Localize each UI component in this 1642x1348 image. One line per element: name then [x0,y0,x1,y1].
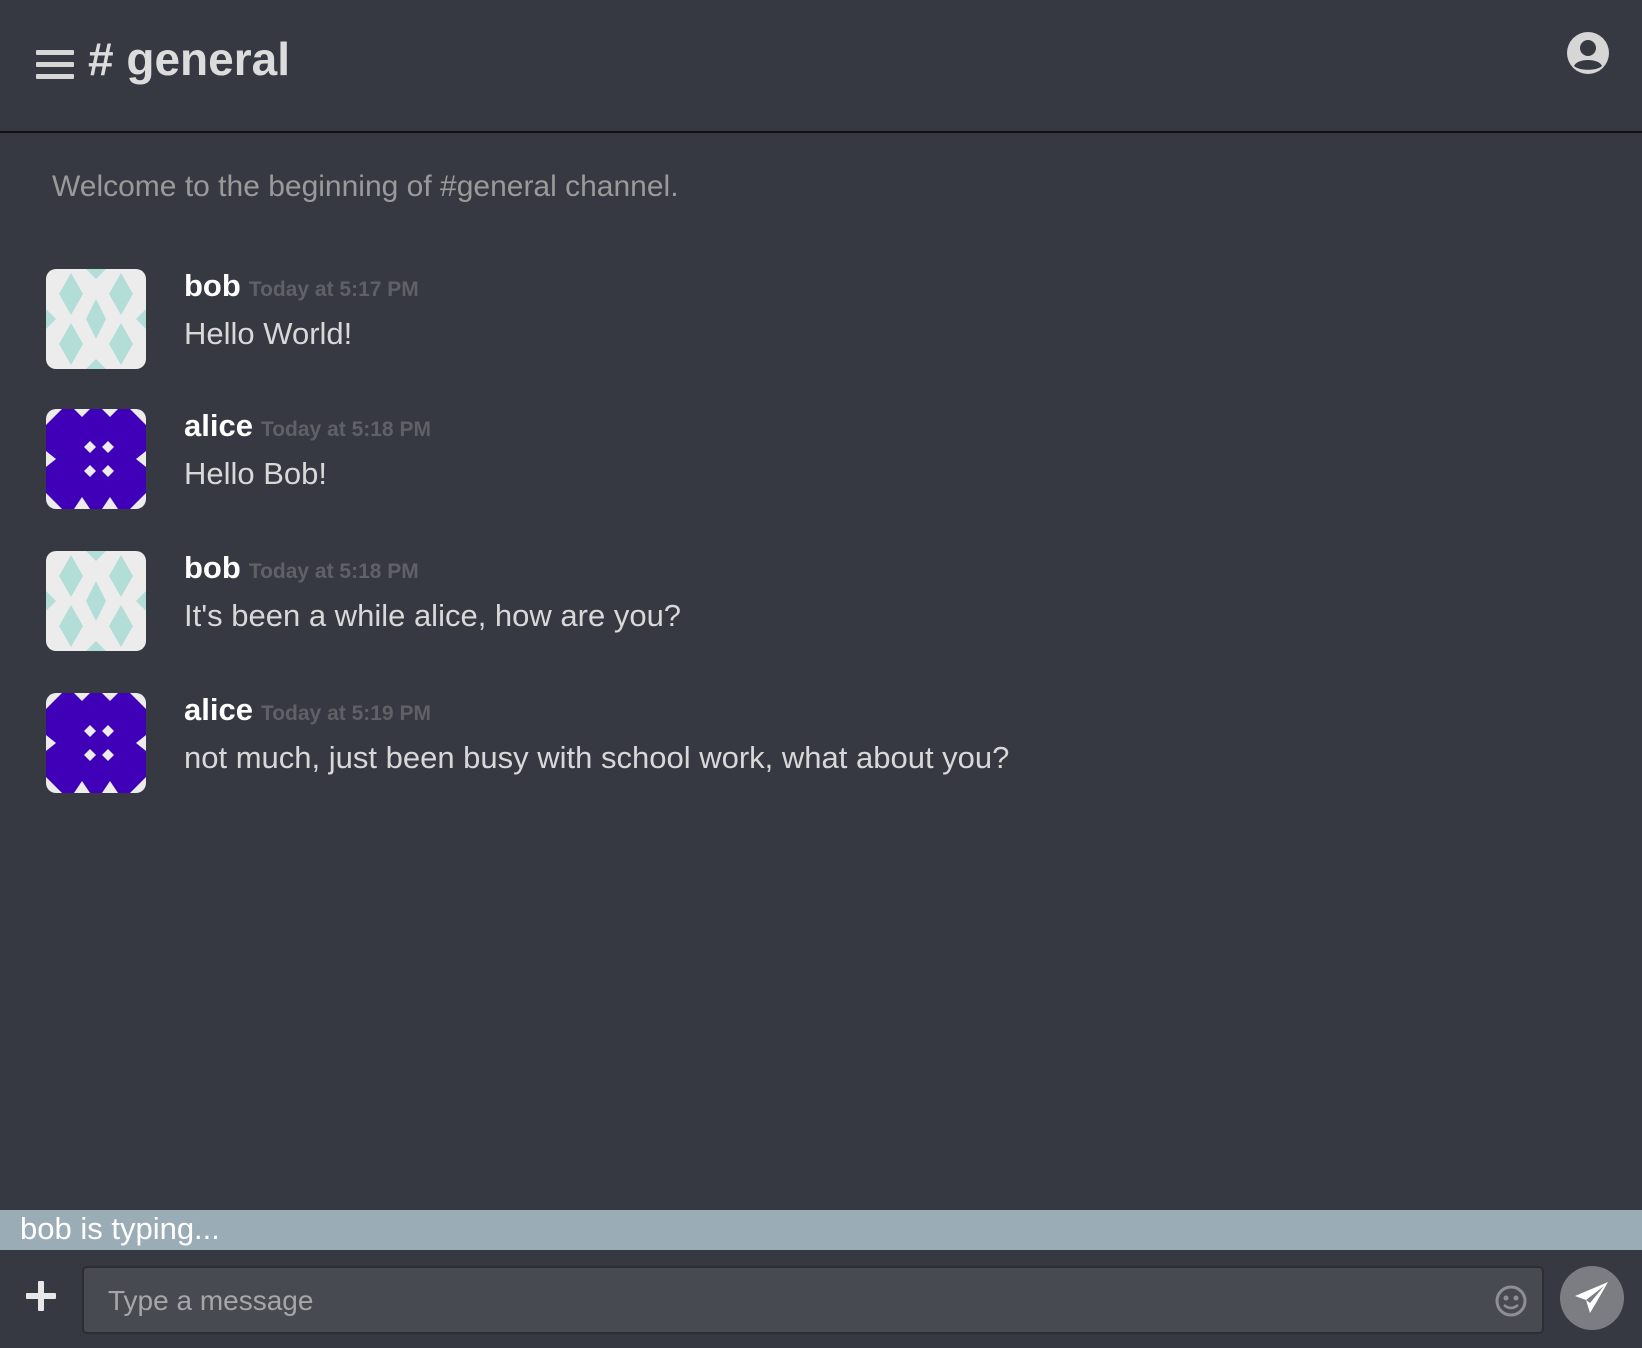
typing-indicator: bob is typing... [20,1211,220,1246]
message-item: bob Today at 5:18 PM It's been a while al… [0,550,1642,652]
message-author[interactable]: bob [184,550,241,585]
message-timestamp: Today at 5:19 PM [260,702,431,725]
message-text: Hello Bob! [184,456,328,491]
message-input-wrapper [82,1266,1544,1334]
message-text: Hello World! [184,316,353,351]
message-author[interactable]: alice [184,408,253,443]
message-item: alice Today at 5:19 PM not much, just bee… [0,692,1642,794]
message-timestamp: Today at 5:18 PM [260,418,431,441]
message-timestamp: Today at 5:17 PM [248,278,419,301]
message-item: alice Today at 5:18 PM Hello Bob! [0,408,1642,510]
message-header: bob Today at 5:18 PM [184,550,419,586]
send-button[interactable] [1560,1266,1624,1330]
paper-plane-icon [1575,1282,1608,1313]
emoji-icon[interactable] [1494,1284,1528,1318]
avatar[interactable] [46,409,146,509]
message-composer [0,1250,1642,1348]
user-account-icon[interactable] [1566,31,1610,75]
plus-icon[interactable] [22,1277,60,1315]
message-header: alice Today at 5:19 PM [184,692,431,728]
avatar[interactable] [46,693,146,793]
channel-header: # general [0,0,1642,133]
message-header: alice Today at 5:18 PM [184,408,431,444]
message-text: not much, just been busy with school wor… [184,740,1010,775]
message-header: bob Today at 5:17 PM [184,268,419,304]
message-timestamp: Today at 5:18 PM [248,560,419,583]
hamburger-menu-icon[interactable] [36,50,74,82]
typing-indicator-bar: bob is typing... [0,1210,1642,1250]
avatar[interactable] [46,269,146,369]
channel-title: # general [88,33,290,85]
message-text: It's been a while alice, how are you? [184,598,682,633]
channel-welcome-text: Welcome to the beginning of #general cha… [52,170,679,203]
message-author[interactable]: bob [184,268,241,303]
message-author[interactable]: alice [184,692,253,727]
message-item: bob Today at 5:17 PM Hello World! [0,268,1642,370]
message-input[interactable] [106,1268,1470,1334]
chat-app: # general Welcome to the beginning of #g… [0,0,1642,1348]
avatar[interactable] [46,551,146,651]
